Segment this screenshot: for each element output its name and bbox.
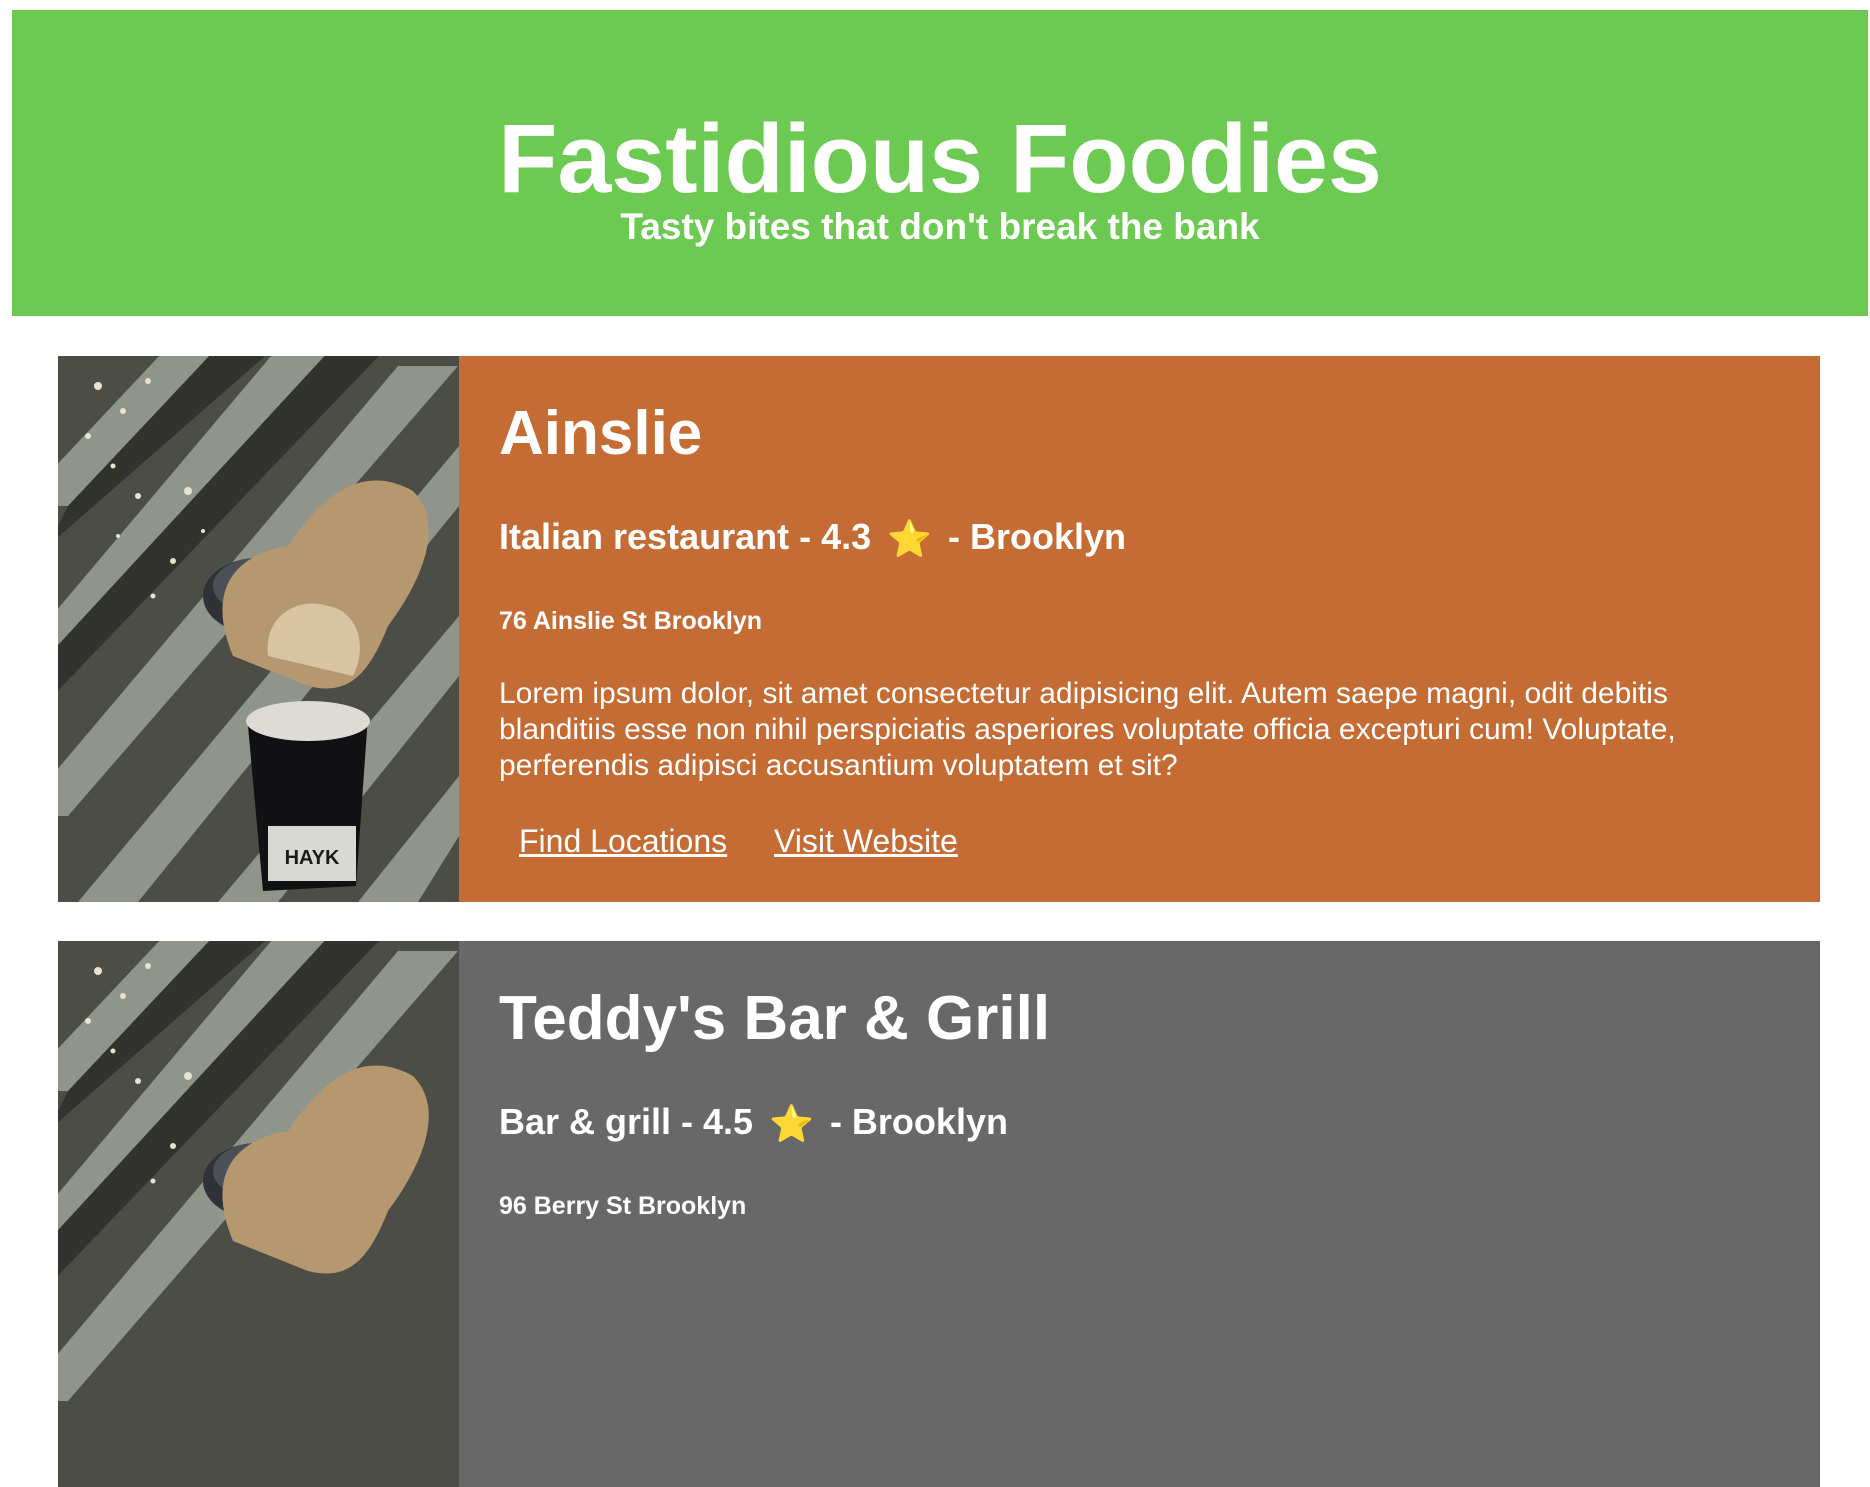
coffee-cup-splash-photo <box>58 941 459 1487</box>
cup-label: HAYK <box>285 847 340 869</box>
restaurant-borough: - Brooklyn <box>948 516 1127 557</box>
star-icon: ⭐ <box>769 1103 814 1144</box>
visit-website-link[interactable]: Visit Website <box>774 823 958 859</box>
restaurant-card-teddys: Teddy's Bar & Grill Bar & grill - 4.5 ⭐ … <box>58 941 1820 1487</box>
restaurant-photo <box>58 941 459 1487</box>
restaurant-card-body: Teddy's Bar & Grill Bar & grill - 4.5 ⭐ … <box>459 941 1820 1487</box>
restaurant-address: 76 Ainslie St Brooklyn <box>499 607 763 635</box>
restaurant-type-rating: Bar & grill - 4.5 <box>499 1101 754 1142</box>
restaurant-borough: - Brooklyn <box>829 1101 1008 1142</box>
restaurant-card-body: Ainslie Italian restaurant - 4.3 ⭐ - Bro… <box>459 356 1820 902</box>
restaurant-address: 96 Berry St Brooklyn <box>499 1192 747 1220</box>
restaurant-links: Find Locations Visit Website <box>519 823 996 859</box>
find-locations-link[interactable]: Find Locations <box>519 823 727 859</box>
site-title: Fastidious Foodies <box>498 104 1382 213</box>
restaurant-photo: HAYK <box>58 356 459 902</box>
restaurant-type-rating: Italian restaurant - 4.3 <box>499 516 872 557</box>
restaurant-meta: Bar & grill - 4.5 ⭐ - Brooklyn <box>499 1102 1008 1144</box>
restaurant-card-ainslie: HAYK Ainslie Italian restaurant - 4.3 ⭐ … <box>58 356 1820 902</box>
site-header: Fastidious Foodies Tasty bites that don'… <box>12 10 1868 316</box>
restaurant-description: Lorem ipsum dolor, sit amet consectetur … <box>499 677 1676 782</box>
restaurant-name: Teddy's Bar & Grill <box>499 984 1051 1053</box>
star-icon: ⭐ <box>887 518 932 559</box>
site-tagline: Tasty bites that don't break the bank <box>620 206 1260 247</box>
restaurant-meta: Italian restaurant - 4.3 ⭐ - Brooklyn <box>499 517 1126 559</box>
coffee-cup-splash-photo: HAYK <box>58 356 459 902</box>
restaurant-name: Ainslie <box>499 399 703 468</box>
